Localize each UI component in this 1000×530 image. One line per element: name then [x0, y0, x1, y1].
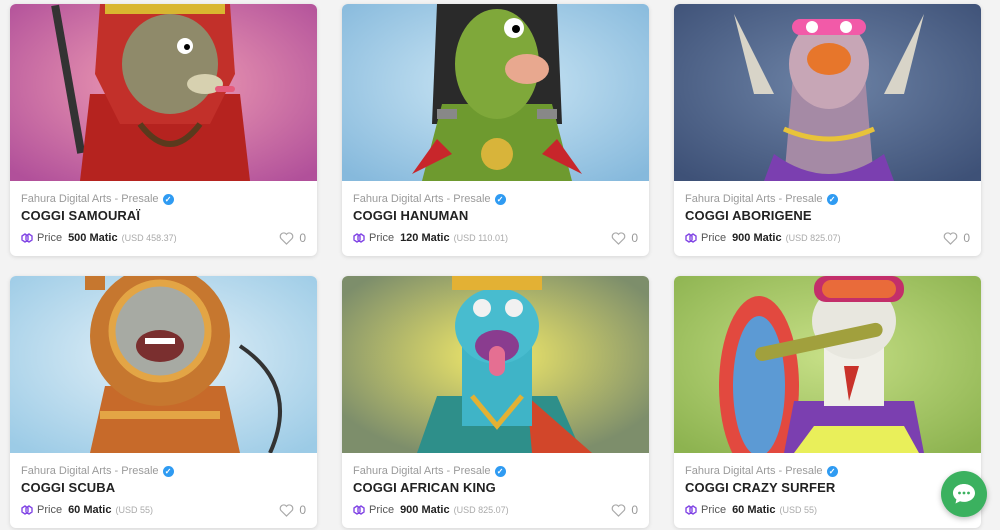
price-row: Price 900 Matic (USD 825.07) — [353, 504, 638, 516]
like-button[interactable]: 0 — [279, 231, 306, 245]
chat-button[interactable] — [941, 471, 987, 517]
verified-badge-icon: ✓ — [826, 465, 838, 477]
nft-artwork-image[interactable] — [10, 276, 317, 453]
price-row: Price 900 Matic (USD 825.07) — [685, 232, 970, 244]
price-usd: (USD 110.01) — [453, 233, 508, 243]
nft-title[interactable]: COGGI AFRICAN KING — [353, 480, 638, 495]
price-label: Price — [37, 232, 63, 244]
nft-card[interactable]: Fahura Digital Arts - Presale ✓ COGGI CR… — [674, 276, 981, 528]
price-label: Price — [701, 232, 727, 244]
like-count: 0 — [963, 231, 970, 245]
verified-badge-icon: ✓ — [162, 193, 174, 205]
price-row: Price 60 Matic (USD 55) — [21, 504, 306, 516]
price-label: Price — [369, 504, 395, 516]
nft-card[interactable]: Fahura Digital Arts - Presale ✓ COGGI AB… — [674, 4, 981, 256]
nft-title[interactable]: COGGI CRAZY SURFER — [685, 480, 970, 495]
chat-icon — [953, 484, 975, 504]
nft-artwork-image[interactable] — [674, 4, 981, 181]
price-row: Price 120 Matic (USD 110.01) — [353, 232, 638, 244]
matic-icon — [685, 233, 697, 243]
heart-icon — [279, 503, 294, 517]
price-value: 60 Matic — [68, 504, 112, 516]
heart-icon — [279, 231, 294, 245]
price-usd: (USD 825.07) — [453, 505, 509, 515]
verified-badge-icon: ✓ — [494, 193, 506, 205]
price-usd: (USD 55) — [779, 505, 817, 515]
like-button[interactable]: 0 — [611, 503, 638, 517]
like-count: 0 — [631, 231, 638, 245]
nft-card[interactable]: Fahura Digital Arts - Presale ✓ COGGI SA… — [10, 4, 317, 256]
like-count: 0 — [299, 231, 306, 245]
matic-icon — [353, 505, 365, 515]
price-row: Price 500 Matic (USD 458.37) — [21, 232, 306, 244]
nft-artwork-image[interactable] — [674, 276, 981, 453]
like-count: 0 — [299, 503, 306, 517]
nft-grid: Fahura Digital Arts - Presale ✓ COGGI SA… — [10, 4, 981, 528]
creator-name[interactable]: Fahura Digital Arts - Presale ✓ — [685, 193, 970, 205]
matic-icon — [21, 233, 33, 243]
like-button[interactable]: 0 — [943, 231, 970, 245]
like-button[interactable]: 0 — [279, 503, 306, 517]
price-value: 500 Matic — [68, 232, 118, 244]
price-usd: (USD 55) — [115, 505, 153, 515]
matic-icon — [353, 233, 365, 243]
matic-icon — [21, 505, 33, 515]
creator-name[interactable]: Fahura Digital Arts - Presale ✓ — [685, 465, 970, 477]
price-value: 120 Matic — [400, 232, 450, 244]
nft-title[interactable]: COGGI ABORIGENE — [685, 208, 970, 223]
price-value: 900 Matic — [400, 504, 450, 516]
verified-badge-icon: ✓ — [494, 465, 506, 477]
matic-icon — [685, 505, 697, 515]
creator-name[interactable]: Fahura Digital Arts - Presale ✓ — [353, 465, 638, 477]
creator-name[interactable]: Fahura Digital Arts - Presale ✓ — [353, 193, 638, 205]
nft-artwork-image[interactable] — [10, 4, 317, 181]
price-label: Price — [369, 232, 395, 244]
verified-badge-icon: ✓ — [826, 193, 838, 205]
like-button[interactable]: 0 — [611, 231, 638, 245]
price-value: 60 Matic — [732, 504, 776, 516]
nft-title[interactable]: COGGI HANUMAN — [353, 208, 638, 223]
price-label: Price — [701, 504, 727, 516]
nft-title[interactable]: COGGI SCUBA — [21, 480, 306, 495]
price-usd: (USD 458.37) — [121, 233, 177, 243]
creator-name[interactable]: Fahura Digital Arts - Presale ✓ — [21, 193, 306, 205]
price-label: Price — [37, 504, 63, 516]
nft-card[interactable]: Fahura Digital Arts - Presale ✓ COGGI SC… — [10, 276, 317, 528]
like-count: 0 — [631, 503, 638, 517]
verified-badge-icon: ✓ — [162, 465, 174, 477]
price-value: 900 Matic — [732, 232, 782, 244]
nft-artwork-image[interactable] — [342, 276, 649, 453]
price-row: Price 60 Matic (USD 55) — [685, 504, 970, 516]
nft-title[interactable]: COGGI SAMOURAÏ — [21, 208, 306, 223]
nft-card[interactable]: Fahura Digital Arts - Presale ✓ COGGI HA… — [342, 4, 649, 256]
nft-card[interactable]: Fahura Digital Arts - Presale ✓ COGGI AF… — [342, 276, 649, 528]
heart-icon — [611, 503, 626, 517]
creator-name[interactable]: Fahura Digital Arts - Presale ✓ — [21, 465, 306, 477]
price-usd: (USD 825.07) — [785, 233, 841, 243]
nft-artwork-image[interactable] — [342, 4, 649, 181]
heart-icon — [611, 231, 626, 245]
heart-icon — [943, 231, 958, 245]
